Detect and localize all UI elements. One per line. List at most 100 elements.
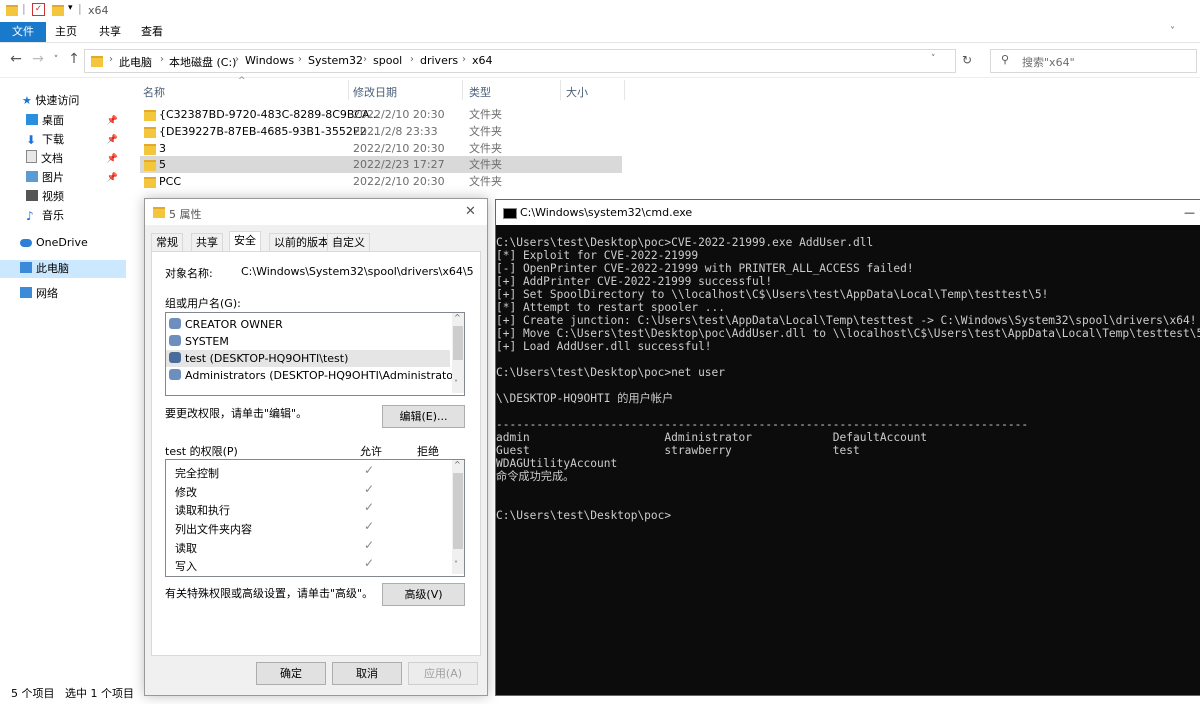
new-folder-icon[interactable]: [52, 5, 64, 16]
scroll-up-icon[interactable]: ^: [454, 313, 461, 322]
search-input[interactable]: ⚲ 搜索"x64": [990, 49, 1197, 73]
breadcrumb-windows[interactable]: Windows: [245, 54, 294, 67]
scroll-down-icon[interactable]: ˅: [454, 379, 458, 388]
list-item[interactable]: SYSTEM: [169, 333, 449, 350]
nav-quick-access[interactable]: ★ 快速访问: [22, 92, 79, 110]
column-header-name[interactable]: 名称: [143, 84, 165, 100]
ok-button[interactable]: 确定: [256, 662, 326, 685]
address-bar[interactable]: › 此电脑 › 本地磁盘 (C:) › Windows › System32 ›…: [84, 49, 956, 73]
tab-general[interactable]: 常规: [151, 233, 183, 252]
tab-security[interactable]: 安全: [229, 231, 261, 252]
file-row[interactable]: {C32387BD-9720-483C-8289-8C9BCA... 2022/…: [140, 106, 622, 123]
list-item[interactable]: Administrators (DESKTOP-HQ9OHTI\Administ…: [169, 367, 453, 384]
file-date: 2022/2/10 20:30: [353, 108, 445, 121]
separator: |: [78, 2, 82, 15]
customize-toolbar-icon[interactable]: ▾: [68, 3, 73, 13]
nav-onedrive[interactable]: OneDrive: [20, 234, 88, 252]
nav-documents[interactable]: 文档 📌: [26, 150, 126, 168]
refresh-icon[interactable]: ↻: [962, 53, 972, 67]
column-divider[interactable]: [624, 80, 625, 100]
nav-pictures[interactable]: 图片 📌: [26, 169, 126, 187]
column-divider[interactable]: [560, 80, 561, 100]
scrollbar[interactable]: ^ ˅: [452, 313, 464, 393]
scroll-down-icon[interactable]: ˅: [454, 560, 458, 569]
edit-button[interactable]: 编辑(E)...: [382, 405, 465, 428]
nav-network[interactable]: 网络: [20, 285, 58, 303]
address-dropdown-icon[interactable]: ˅: [931, 54, 936, 64]
breadcrumb-this-pc[interactable]: 此电脑: [119, 54, 152, 70]
nav-downloads[interactable]: ⬇ 下载 📌: [26, 131, 126, 149]
column-header-size[interactable]: 大小: [566, 84, 588, 100]
expand-ribbon-icon[interactable]: ˅: [1170, 26, 1175, 37]
pictures-icon: [26, 171, 38, 182]
folder-icon: [144, 144, 156, 155]
back-arrow-icon[interactable]: ←: [8, 51, 24, 67]
tab-home[interactable]: 主页: [50, 22, 82, 42]
up-arrow-icon[interactable]: ↑: [66, 51, 82, 67]
advanced-button[interactable]: 高级(V): [382, 583, 465, 606]
file-row[interactable]: 3 2022/2/10 20:30 文件夹: [140, 140, 622, 157]
cancel-button[interactable]: 取消: [332, 662, 402, 685]
cmd-output[interactable]: C:\Users\test\Desktop\poc>CVE-2022-21999…: [496, 236, 1200, 522]
file-row[interactable]: {DE39227B-87EB-4685-93B1-3552E2... 2021/…: [140, 123, 622, 140]
breadcrumb-x64[interactable]: x64: [472, 54, 493, 67]
permission-full-control: 完全控制: [175, 467, 219, 480]
properties-icon[interactable]: ✓: [32, 3, 45, 16]
scrollbar-thumb[interactable]: [453, 326, 463, 360]
breadcrumb-spool[interactable]: spool: [373, 54, 402, 67]
breadcrumb-c-drive[interactable]: 本地磁盘 (C:): [169, 54, 236, 70]
permissions-list[interactable]: 完全控制 ✓ 修改 ✓ 读取和执行 ✓ 列出文件夹内容 ✓ 读取 ✓ 写入 ✓ …: [165, 459, 465, 577]
pin-icon: 📌: [106, 116, 118, 126]
apply-button[interactable]: 应用(A): [408, 662, 478, 685]
users-icon: [169, 335, 181, 346]
minimize-icon[interactable]: —: [1184, 200, 1195, 225]
tab-file[interactable]: 文件: [0, 22, 46, 42]
column-header-date[interactable]: 修改日期: [353, 84, 397, 100]
scroll-up-icon[interactable]: ^: [454, 460, 461, 469]
close-icon[interactable]: ✕: [465, 204, 476, 219]
scrollbar[interactable]: ^ ˅: [452, 460, 464, 574]
column-divider[interactable]: [348, 80, 349, 100]
dialog-title-bar: 5 属性 ✕: [145, 199, 487, 225]
nav-music[interactable]: ♪ 音乐: [26, 207, 64, 225]
tab-previous-versions[interactable]: 以前的版本: [269, 233, 334, 252]
allow-check-icon: ✓: [364, 500, 375, 514]
breadcrumb-system32[interactable]: System32: [308, 54, 363, 67]
list-item-selected[interactable]: test (DESKTOP-HQ9OHTI\test): [166, 350, 450, 367]
properties-dialog: 5 属性 ✕ 常规 共享 安全 以前的版本 自定义 对象名称: C:\Windo…: [144, 198, 488, 696]
scrollbar-thumb[interactable]: [453, 473, 463, 549]
file-name: {DE39227B-87EB-4685-93B1-3552E2...: [159, 125, 378, 138]
nav-videos[interactable]: 视频: [26, 188, 64, 206]
file-name: {C32387BD-9720-483C-8289-8C9BCA...: [159, 108, 380, 121]
file-row[interactable]: PCC 2022/2/10 20:30 文件夹: [140, 173, 622, 190]
nav-documents-label: 文档: [41, 152, 63, 165]
column-divider[interactable]: [462, 80, 463, 100]
file-type: 文件夹: [469, 142, 502, 155]
column-header-type[interactable]: 类型: [469, 84, 491, 100]
file-name: PCC: [159, 175, 181, 188]
console-line: [+] Move C:\Users\test\Desktop\poc\AddUs…: [496, 327, 1200, 340]
list-item[interactable]: CREATOR OWNER: [169, 316, 449, 333]
file-type: 文件夹: [469, 108, 502, 121]
breadcrumb-drivers[interactable]: drivers: [420, 54, 458, 67]
allow-check-icon: ✓: [364, 519, 375, 533]
tab-customize[interactable]: 自定义: [327, 233, 370, 252]
recent-locations-icon[interactable]: ˅: [48, 55, 64, 65]
tab-share[interactable]: 共享: [94, 22, 126, 42]
nav-desktop[interactable]: 桌面 📌: [26, 112, 126, 130]
file-row-selected[interactable]: 5 2022/2/23 17:27 文件夹: [140, 156, 622, 173]
deny-column-header: 拒绝: [417, 445, 439, 458]
tab-view[interactable]: 查看: [136, 22, 168, 42]
file-type: 文件夹: [469, 125, 502, 138]
separator: |: [22, 2, 26, 15]
cmd-window[interactable]: C:\Windows\system32\cmd.exe — C:\Users\t…: [495, 199, 1200, 696]
tab-sharing[interactable]: 共享: [191, 233, 223, 252]
nav-downloads-label: 下载: [42, 133, 64, 146]
groups-list[interactable]: CREATOR OWNER SYSTEM test (DESKTOP-HQ9OH…: [165, 312, 465, 396]
allow-check-icon: ✓: [364, 463, 375, 477]
forward-arrow-icon[interactable]: →: [30, 51, 46, 67]
nav-this-pc[interactable]: 此电脑: [0, 260, 126, 278]
